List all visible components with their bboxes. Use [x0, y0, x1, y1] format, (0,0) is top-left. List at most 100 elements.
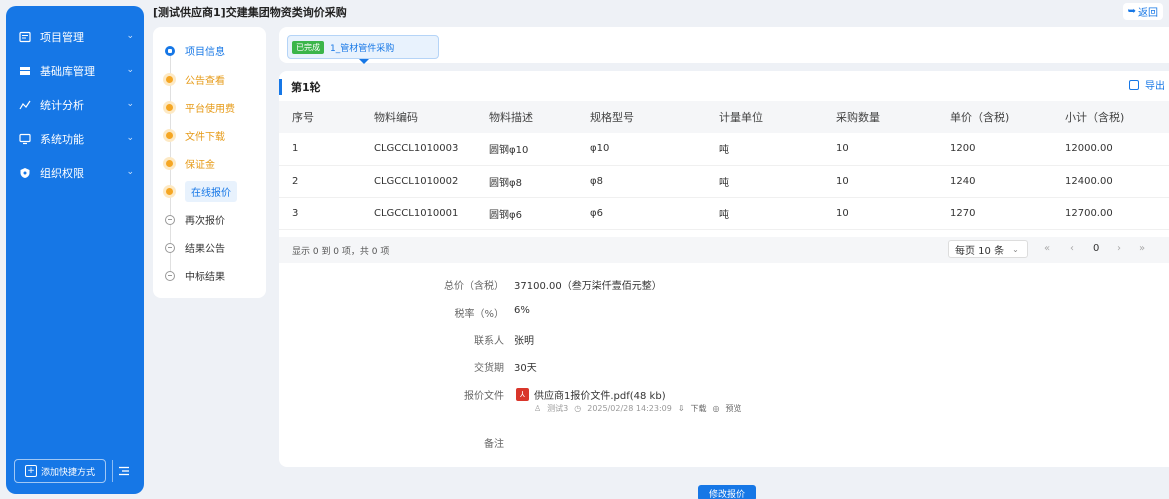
detail-value: 37100.00（叁万柒仟壹佰元整） [514, 281, 662, 292]
detail-tax: 税率（%） 6% [434, 305, 530, 320]
step-label: 保证金 [185, 160, 215, 171]
cell: 1200 [937, 133, 1052, 166]
detail-remark: 备注 [434, 435, 514, 450]
tab-package-1[interactable]: 已完成 1_管材管件采购 [287, 35, 439, 59]
step-online-quote[interactable]: 在线报价 [165, 181, 237, 202]
user-icon: ♙ [534, 404, 542, 413]
col-header: 物料描述 [476, 101, 577, 133]
sidebar-item-label: 系统功能 [40, 133, 84, 146]
step-label: 结果公告 [185, 244, 225, 255]
detail-delivery: 交货期 30天 [434, 359, 537, 374]
detail-total: 总价（含税） 37100.00（叁万柒仟壹佰元整） [434, 277, 662, 292]
back-arrow-icon: ➥ [1127, 6, 1136, 17]
cell: 1270 [937, 197, 1052, 230]
col-header: 采购数量 [823, 101, 937, 133]
last-page-icon[interactable]: » [1139, 243, 1145, 254]
tab-label: 1_管材管件采购 [330, 43, 395, 54]
file-time: 2025/02/28 14:23:09 [587, 404, 672, 413]
step-label: 文件下载 [185, 132, 225, 143]
step-label: 平台使用费 [185, 104, 235, 115]
step-award-result[interactable]: 中标结果 [165, 268, 225, 283]
step-notice[interactable]: 公告查看 [165, 72, 225, 87]
menu-toggle-icon[interactable] [112, 460, 134, 482]
sidebar-item-project[interactable]: 项目管理 ⌄ [6, 20, 144, 54]
step-todo-icon [165, 242, 175, 253]
cell: 2 [279, 165, 361, 198]
sidebar-item-permissions[interactable]: 组织权限 ⌄ [6, 156, 144, 190]
preview-icon: ◎ [712, 404, 720, 413]
next-page-icon[interactable]: › [1117, 243, 1121, 254]
step-platform-fee[interactable]: 平台使用费 [165, 100, 235, 115]
detail-label: 报价文件 [464, 391, 504, 402]
first-page-icon[interactable]: « [1044, 243, 1050, 254]
file-name[interactable]: 供应商1报价文件.pdf(48 kb) [534, 387, 666, 402]
detail-value: 30天 [514, 363, 537, 374]
active-tab-indicator [359, 59, 369, 64]
cell: 3 [279, 197, 361, 230]
step-label: 公告查看 [185, 76, 225, 87]
cell: φ10 [577, 133, 706, 166]
step-requote[interactable]: 再次报价 [165, 212, 225, 227]
back-label: 返回 [1138, 8, 1158, 19]
chevron-down-icon: ⌄ [126, 99, 134, 109]
table-row: 2 CLGCCL1010002 圆钢φ8 φ8 吨 10 1240 12400.… [279, 165, 1169, 198]
step-project-info[interactable]: 项目信息 [165, 43, 225, 58]
clock-icon: ◷ [574, 404, 582, 413]
detail-contact: 联系人 张明 [434, 332, 534, 347]
step-todo-icon [165, 270, 175, 281]
cell: 1240 [937, 165, 1052, 198]
download-button[interactable]: 下载 [691, 403, 707, 414]
sidebar-item-system[interactable]: 系统功能 ⌄ [6, 122, 144, 156]
step-result-notice[interactable]: 结果公告 [165, 240, 225, 255]
cell: 圆钢φ6 [476, 197, 577, 230]
cell: 10 [823, 133, 937, 166]
step-deposit[interactable]: 保证金 [165, 156, 215, 171]
add-shortcut-button[interactable]: + 添加快捷方式 [14, 459, 106, 483]
cell: CLGCCL1010002 [361, 165, 476, 198]
back-button[interactable]: ➥ 返回 [1122, 3, 1163, 20]
cell: 12000.00 [1052, 133, 1169, 166]
col-header: 计量单位 [706, 101, 823, 133]
cell: 吨 [706, 133, 823, 166]
file-meta: ♙ 测试3 ◷ 2025/02/28 14:23:09 ⇩ 下载 ◎ 预览 [534, 403, 748, 414]
cell: 10 [823, 197, 937, 230]
step-done-icon [166, 188, 173, 195]
package-tabbar: 已完成 1_管材管件采购 [279, 27, 1169, 64]
detail-value: 6% [514, 305, 530, 316]
chevron-down-icon: ⌄ [126, 31, 134, 41]
step-done-icon [166, 104, 173, 111]
cell: 吨 [706, 197, 823, 230]
pdf-icon: ⅄ [516, 388, 529, 401]
detail-label: 总价（含税） [444, 281, 504, 292]
page-size-value: 每页 10 条 [955, 245, 1005, 257]
step-label: 再次报价 [185, 216, 225, 227]
quote-file: ⅄ 供应商1报价文件.pdf(48 kb) ♙ 测试3 ◷ 2025/02/28… [516, 387, 748, 414]
modify-quote-button[interactable]: 修改报价 [698, 485, 756, 499]
cell: 12400.00 [1052, 165, 1169, 198]
sidebar-item-label: 基础库管理 [40, 65, 95, 78]
step-label: 中标结果 [185, 272, 225, 283]
step-done-icon [166, 132, 173, 139]
col-header: 序号 [279, 101, 361, 133]
step-file-download[interactable]: 文件下载 [165, 128, 225, 143]
cell: 12700.00 [1052, 197, 1169, 230]
export-icon [1129, 79, 1139, 90]
step-todo-icon [165, 214, 175, 225]
cell: CLGCCL1010003 [361, 133, 476, 166]
step-label: 在线报价 [185, 181, 237, 202]
chevron-down-icon: ⌄ [126, 167, 134, 177]
page-size-select[interactable]: 每页 10 条 ⌄ [948, 240, 1028, 258]
sidebar-item-base-library[interactable]: 基础库管理 ⌄ [6, 54, 144, 88]
prev-page-icon[interactable]: ‹ [1070, 243, 1074, 254]
plus-icon: + [24, 465, 37, 477]
export-button[interactable]: 导出 [1129, 77, 1165, 92]
cell: φ8 [577, 165, 706, 198]
chevron-down-icon: ⌄ [126, 133, 134, 143]
preview-button[interactable]: 预览 [726, 403, 742, 414]
pager-summary: 显示 0 到 0 项，共 0 项 [292, 246, 390, 257]
sidebar-item-statistics[interactable]: 统计分析 ⌄ [6, 88, 144, 122]
step-done-icon [166, 76, 173, 83]
cell: 圆钢φ8 [476, 165, 577, 198]
table-pager: 显示 0 到 0 项，共 0 项 每页 10 条 ⌄ « ‹ 0 › » [279, 237, 1169, 263]
file-user: 测试3 [547, 404, 569, 413]
